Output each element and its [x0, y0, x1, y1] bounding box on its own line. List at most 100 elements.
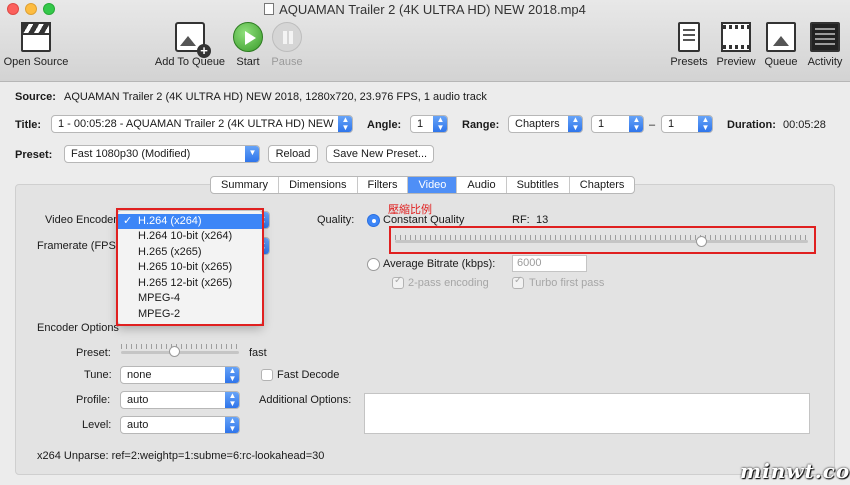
chevron-updown-icon: ▲▼: [225, 367, 239, 383]
quality-slider-knob[interactable]: [695, 236, 707, 247]
save-new-preset-button[interactable]: Save New Preset...: [326, 145, 434, 163]
encoder-preset-label: Preset:: [76, 347, 111, 359]
profile-select-value: auto: [127, 394, 149, 406]
two-pass-checkbox[interactable]: [392, 275, 404, 289]
duration-value: 00:05:28: [783, 119, 826, 131]
preview-label: Preview: [716, 56, 756, 68]
angle-select[interactable]: 1 ▲ ▼: [410, 115, 448, 133]
queue-label: Queue: [764, 56, 798, 68]
turbo-first-pass-label: Turbo first pass: [529, 277, 605, 289]
watermark-logo: minwt.com: [740, 459, 850, 483]
preset-select-value: Fast 1080p30 (Modified): [71, 148, 191, 160]
source-label: Source:: [15, 91, 56, 103]
x264-unparse-text: x264 Unparse: ref=2:weightp=1:subme=6:rc…: [37, 450, 325, 462]
range-label: Range:: [462, 119, 500, 131]
tab-dimensions[interactable]: Dimensions: [279, 177, 358, 193]
range-end-value: 1: [668, 118, 675, 130]
title-select-value: 1 - 00:05:28 - AQUAMAN Trailer 2 (4K ULT…: [58, 118, 334, 130]
additional-options-label: Additional Options:: [259, 394, 352, 406]
preset-label: Preset:: [15, 149, 53, 161]
range-end-select[interactable]: 1 ▲ ▼: [661, 115, 713, 133]
preview-button[interactable]: Preview: [715, 22, 757, 68]
duration-label: Duration:: [727, 119, 776, 131]
add-to-queue-label: Add To Queue: [154, 56, 226, 68]
additional-options-field[interactable]: [364, 393, 810, 434]
tab-subtitles[interactable]: Subtitles: [507, 177, 570, 193]
tune-select[interactable]: none ▲ ▼: [120, 366, 240, 384]
add-to-queue-icon: [175, 22, 211, 58]
chevron-updown-icon: ▲▼: [698, 116, 712, 132]
presets-icon: [678, 22, 700, 52]
range-type-select[interactable]: Chapters ▲ ▼: [508, 115, 583, 133]
range-start-select[interactable]: 1 ▲ ▼: [591, 115, 644, 133]
tab-summary[interactable]: Summary: [211, 177, 280, 193]
queue-icon: [766, 22, 796, 52]
profile-select[interactable]: auto ▲ ▼: [120, 391, 240, 409]
preset-select[interactable]: Fast 1080p30 (Modified) ▼: [64, 145, 260, 163]
fast-decode-checkbox[interactable]: [261, 369, 273, 381]
fast-decode-label: Fast Decode: [277, 369, 340, 381]
title-select[interactable]: 1 - 00:05:28 - AQUAMAN Trailer 2 (4K ULT…: [51, 115, 353, 133]
tab-filters[interactable]: Filters: [358, 177, 409, 193]
level-label: Level:: [82, 419, 112, 431]
turbo-first-pass-checkbox[interactable]: [512, 275, 524, 289]
presets-label: Presets: [670, 56, 708, 68]
open-source-button[interactable]: Open Source: [3, 22, 69, 68]
presets-button[interactable]: Presets: [669, 22, 709, 68]
two-pass-label: 2-pass encoding: [408, 277, 489, 289]
title-label: Title:: [15, 119, 42, 131]
tune-label: Tune:: [84, 369, 112, 381]
chevron-updown-icon: ▲▼: [629, 116, 643, 132]
range-start-value: 1: [598, 118, 605, 130]
chevron-updown-icon: ▲▼: [433, 116, 447, 132]
window-title: AQUAMAN Trailer 2 (4K ULTRA HD) NEW 2018…: [0, 2, 850, 17]
pause-label: Pause: [271, 56, 303, 68]
film-icon: [721, 22, 751, 52]
activity-label: Activity: [807, 56, 843, 68]
average-bitrate-radio[interactable]: [367, 258, 380, 271]
chevron-updown-icon: ▲▼: [225, 417, 239, 433]
start-button[interactable]: Start: [233, 22, 263, 68]
annotation-highlight-encoder: [116, 208, 264, 326]
chevron-updown-icon: ▲▼: [338, 116, 352, 132]
activity-button[interactable]: Activity: [804, 22, 846, 68]
clapperboard-icon: [21, 22, 51, 52]
framerate-label: Framerate (FPS):: [37, 240, 123, 252]
chevron-down-icon: ▼: [245, 146, 259, 162]
play-icon: [233, 22, 263, 52]
add-to-queue-button[interactable]: Add To Queue: [153, 22, 227, 68]
document-icon: [264, 3, 275, 15]
quality-label: Quality:: [317, 214, 355, 226]
tab-chapters[interactable]: Chapters: [570, 177, 635, 193]
rf-label: RF:: [512, 214, 530, 226]
level-select[interactable]: auto ▲ ▼: [120, 416, 240, 434]
encoder-preset-value: fast: [249, 347, 267, 359]
profile-label: Profile:: [76, 394, 111, 406]
constant-quality-radio[interactable]: [367, 214, 380, 227]
source-value: AQUAMAN Trailer 2 (4K ULTRA HD) NEW 2018…: [64, 91, 487, 103]
title-bar: AQUAMAN Trailer 2 (4K ULTRA HD) NEW 2018…: [0, 0, 850, 82]
start-label: Start: [236, 56, 260, 68]
tune-select-value: none: [127, 369, 152, 381]
reload-button[interactable]: Reload: [268, 145, 318, 163]
queue-button[interactable]: Queue: [763, 22, 799, 68]
encoder-preset-ticks: [121, 344, 239, 349]
average-bitrate-label: Average Bitrate (kbps):: [383, 258, 496, 270]
quality-slider-track[interactable]: [395, 240, 808, 243]
encoder-options-heading: Encoder Options: [37, 322, 119, 334]
range-dash: –: [649, 119, 656, 131]
pause-button[interactable]: Pause: [270, 22, 304, 68]
pause-icon: [272, 22, 302, 52]
bitrate-field[interactable]: 6000: [512, 255, 587, 272]
video-encoder-label: Video Encoder:: [45, 214, 121, 226]
window-title-text: AQUAMAN Trailer 2 (4K ULTRA HD) NEW 2018…: [279, 2, 586, 17]
angle-label: Angle:: [367, 119, 402, 131]
settings-tabs: Summary Dimensions Filters Video Audio S…: [210, 176, 636, 194]
rf-value: 13: [536, 214, 549, 226]
open-source-label: Open Source: [3, 56, 69, 68]
tab-video[interactable]: Video: [408, 177, 458, 193]
activity-icon: [810, 22, 840, 52]
tab-audio[interactable]: Audio: [457, 177, 507, 193]
range-type-value: Chapters: [515, 118, 560, 130]
chevron-updown-icon: ▲▼: [225, 392, 239, 408]
